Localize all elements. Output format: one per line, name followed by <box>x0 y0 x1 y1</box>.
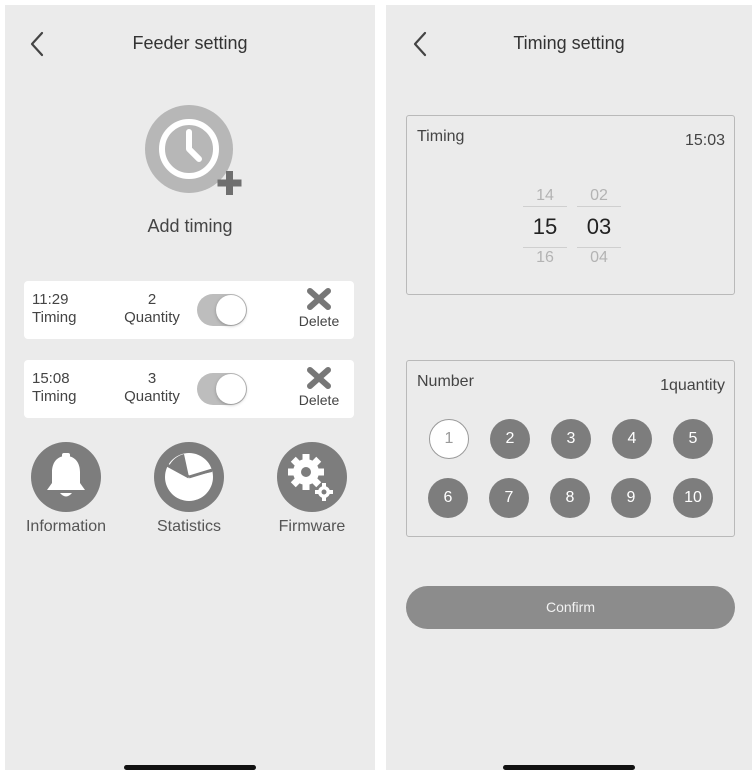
delete-label: Delete <box>298 392 340 408</box>
nav-label: Statistics <box>156 518 221 535</box>
number-button-9[interactable]: 9 <box>611 478 651 518</box>
add-timing-label: Add timing <box>147 216 233 236</box>
timer-time: 15:08 <box>32 370 70 387</box>
hour-prev: 14 <box>536 187 554 204</box>
number-button-5[interactable]: 5 <box>673 419 713 459</box>
close-icon <box>307 367 331 389</box>
information-button[interactable]: Information <box>11 442 121 536</box>
timing-value: 15:03 <box>684 132 725 149</box>
timer-quantity: 3 <box>147 370 157 387</box>
number-label: Number <box>417 373 474 390</box>
number-button-8[interactable]: 8 <box>550 478 590 518</box>
page-title: Feeder setting <box>132 33 248 53</box>
hour-picker[interactable]: 14 15 16 <box>523 186 567 268</box>
timer-time-label: Timing <box>32 309 77 326</box>
timing-setting-screen: Timing setting Timing 15:03 14 15 16 02 … <box>386 5 752 770</box>
number-button-10[interactable]: 10 <box>673 478 713 518</box>
page-title: Timing setting <box>513 33 625 53</box>
toggle-knob <box>216 295 246 325</box>
timer-card: 15:08 Timing 3 Quantity Delete <box>24 360 354 418</box>
minute-prev: 02 <box>590 187 608 204</box>
add-timing-button[interactable] <box>138 101 244 201</box>
hour-next: 16 <box>536 249 554 266</box>
pie-chart-icon <box>154 442 224 512</box>
timer-quantity: 2 <box>147 291 157 308</box>
minute-picker[interactable]: 02 03 04 <box>577 186 621 268</box>
number-button-1[interactable]: 1 <box>429 419 469 459</box>
timer-quantity-label: Quantity <box>124 388 180 405</box>
delete-label: Delete <box>298 313 340 329</box>
timer-enable-toggle[interactable] <box>197 294 247 326</box>
number-button-4[interactable]: 4 <box>612 419 652 459</box>
confirm-button[interactable]: Confirm <box>406 586 735 629</box>
gears-icon <box>277 442 347 512</box>
delete-timer-button[interactable]: Delete <box>292 287 346 335</box>
timer-card: 11:29 Timing 2 Quantity Delete <box>24 281 354 339</box>
hour-selected: 15 <box>523 206 567 248</box>
number-button-6[interactable]: 6 <box>428 478 468 518</box>
timer-enable-toggle[interactable] <box>197 373 247 405</box>
timer-quantity-block: 3 Quantity <box>118 370 186 406</box>
home-indicator[interactable] <box>503 765 635 770</box>
clock-plus-icon <box>145 105 242 195</box>
timer-time: 11:29 <box>32 291 69 308</box>
nav-label: Firmware <box>278 518 346 535</box>
number-value: 1quantity <box>660 377 725 394</box>
timer-time-block: 11:29 Timing <box>32 291 76 327</box>
statistics-button[interactable]: Statistics <box>134 442 244 536</box>
number-panel: Number 1quantity 1 2 3 4 5 6 7 8 9 10 <box>406 360 735 537</box>
home-indicator[interactable] <box>124 765 256 770</box>
minute-selected: 03 <box>577 206 621 248</box>
timing-label: Timing <box>417 128 465 145</box>
firmware-button[interactable]: Firmware <box>257 442 367 536</box>
toggle-knob <box>216 374 246 404</box>
feeder-setting-screen: Feeder setting Add timing 11:29 Timing 2… <box>5 5 375 770</box>
minute-next: 04 <box>590 249 608 266</box>
number-button-3[interactable]: 3 <box>551 419 591 459</box>
nav-label: Information <box>25 518 107 535</box>
close-icon <box>307 288 331 310</box>
timer-time-label: Timing <box>32 388 77 405</box>
timer-quantity-block: 2 Quantity <box>118 291 186 327</box>
timer-time-block: 15:08 Timing <box>32 370 76 406</box>
number-button-2[interactable]: 2 <box>490 419 530 459</box>
timing-panel: Timing 15:03 14 15 16 02 03 04 <box>406 115 735 295</box>
timer-quantity-label: Quantity <box>124 309 180 326</box>
delete-timer-button[interactable]: Delete <box>292 366 346 414</box>
number-button-7[interactable]: 7 <box>489 478 529 518</box>
bell-icon <box>31 442 101 512</box>
